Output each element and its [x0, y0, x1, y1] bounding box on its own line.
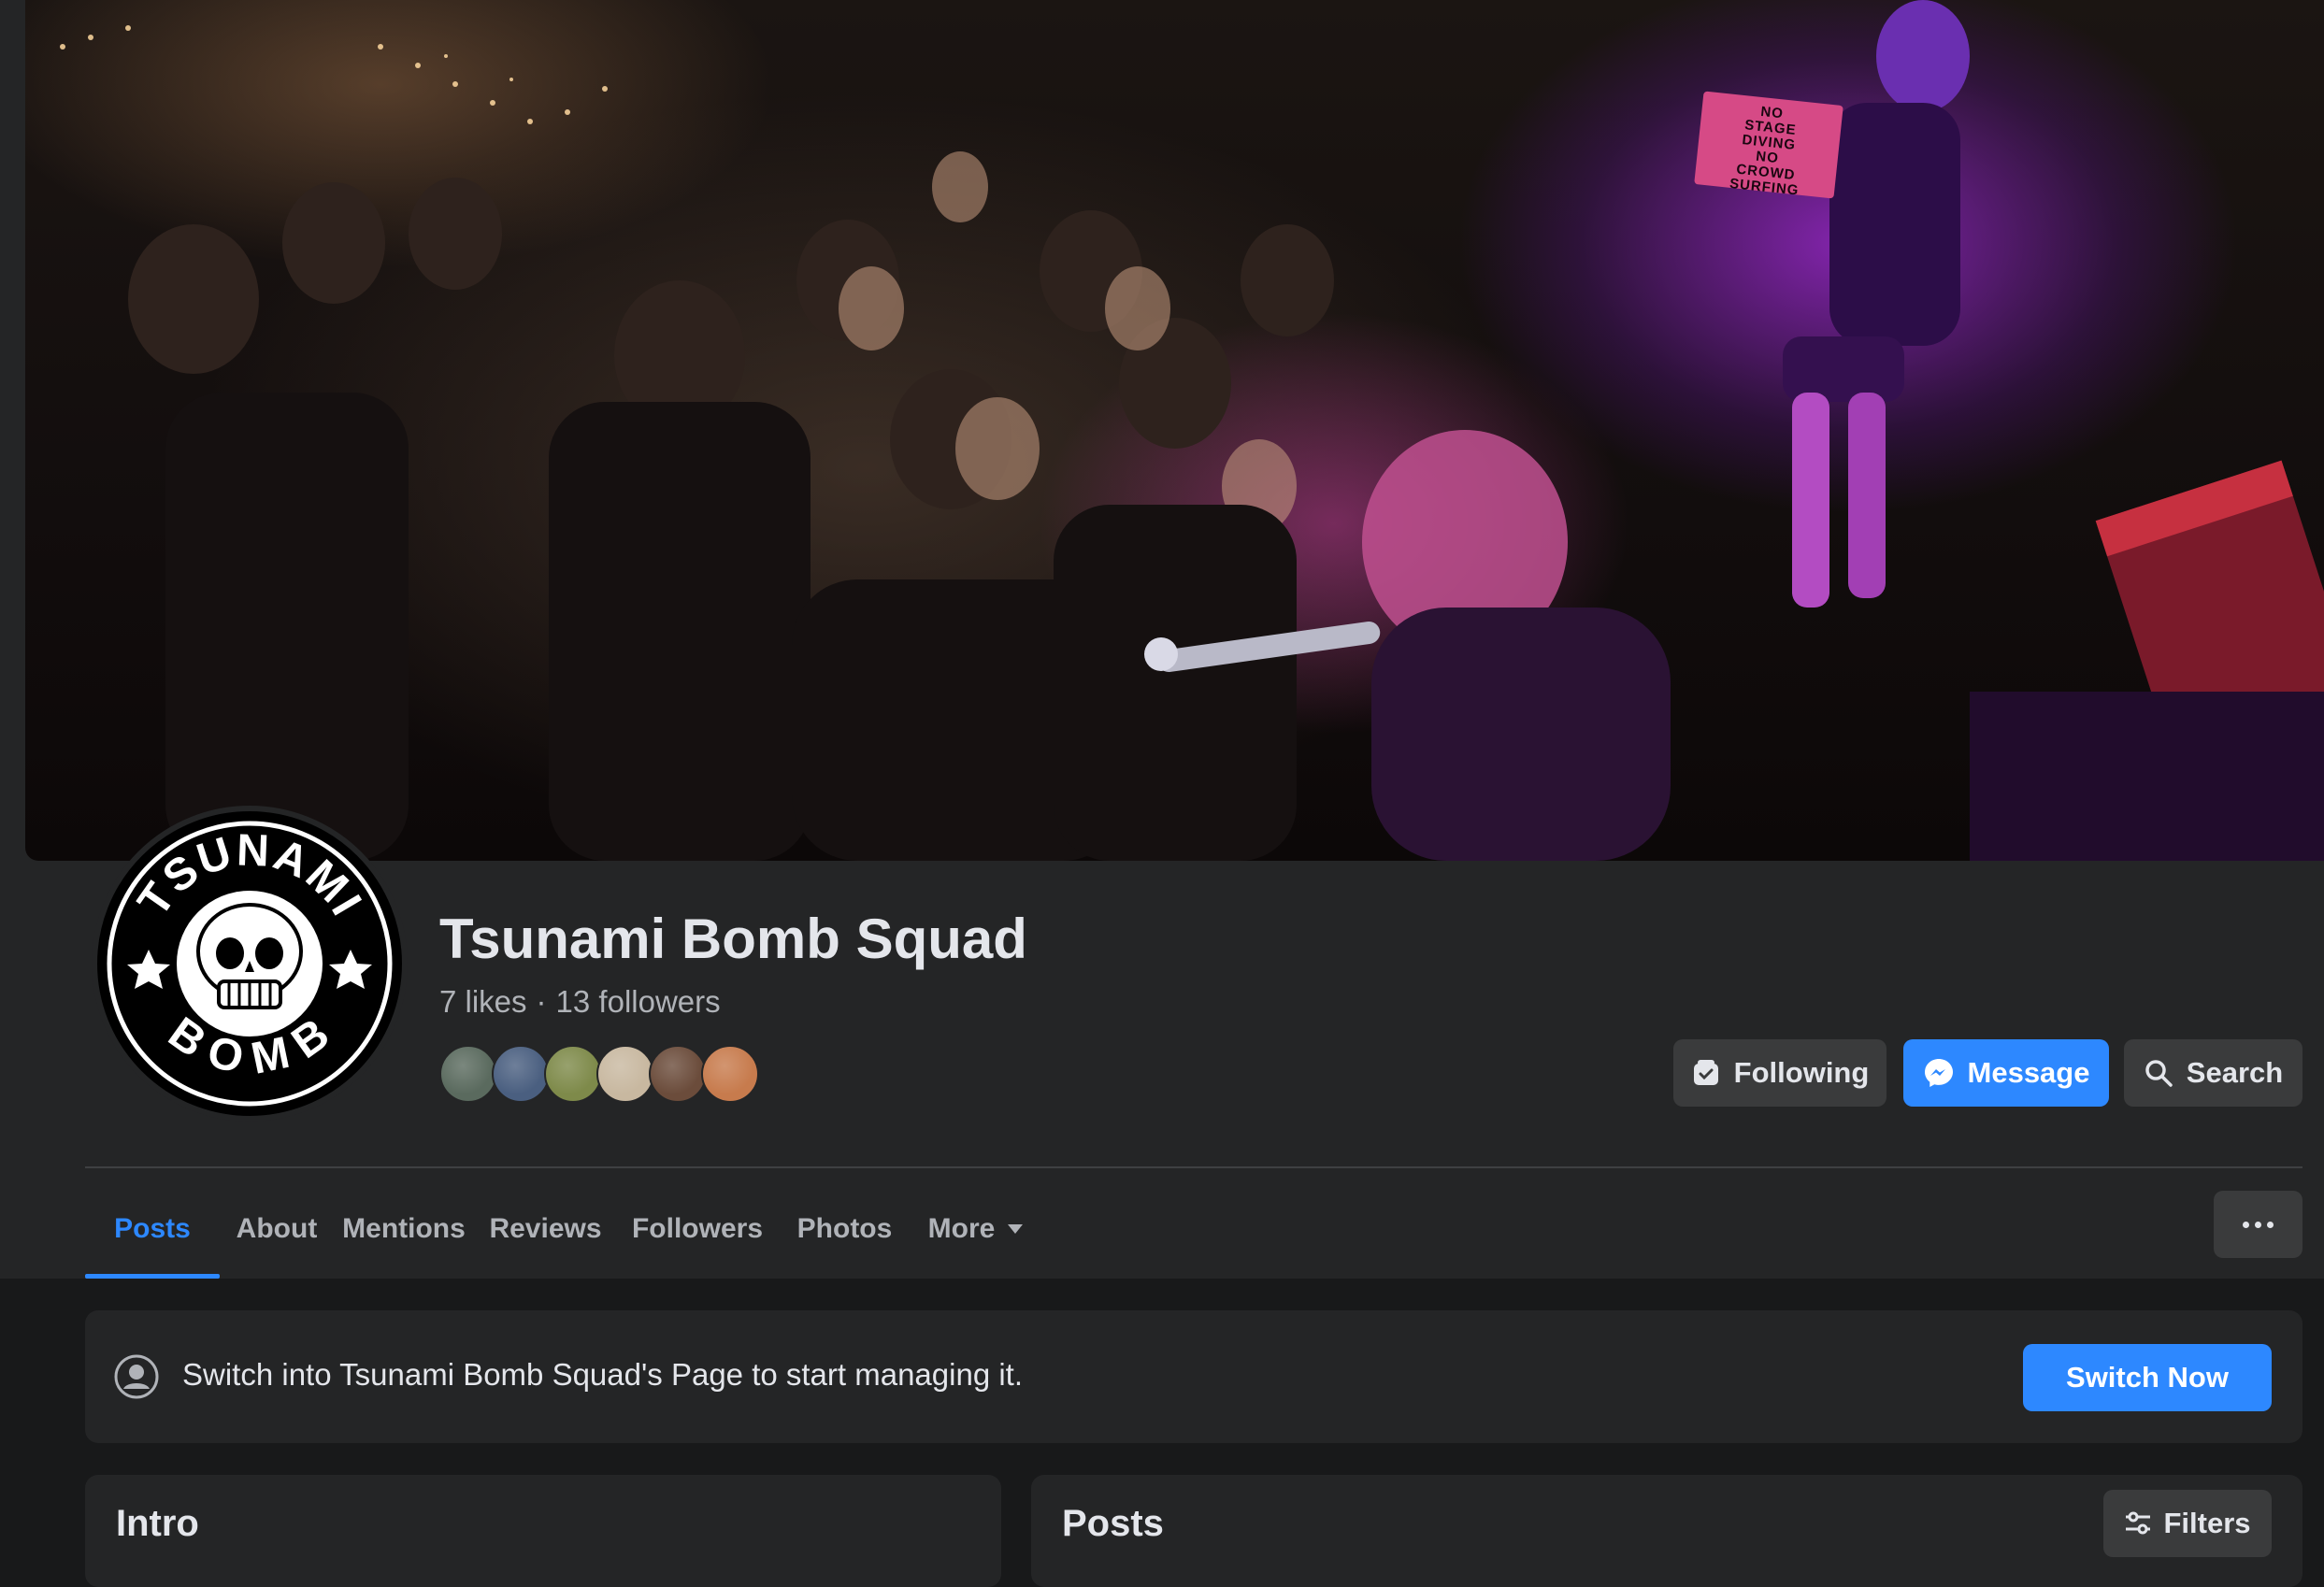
- dot-icon: [2267, 1221, 2274, 1228]
- posts-card: Posts Filters: [1031, 1475, 2302, 1587]
- search-label: Search: [2186, 1056, 2284, 1089]
- no-stage-diving-sign: NO STAGE DIVING NO CROWD SURFING: [1694, 91, 1843, 199]
- caret-down-icon: [1008, 1224, 1024, 1234]
- message-label: Message: [1967, 1056, 2090, 1089]
- following-label: Following: [1733, 1056, 1870, 1089]
- search-button[interactable]: Search: [2124, 1039, 2302, 1107]
- tab-posts[interactable]: Posts: [85, 1180, 220, 1279]
- cover-photo-scene: [60, 0, 2324, 861]
- separator-dot: ·: [536, 984, 547, 1019]
- follower-avatar[interactable]: [596, 1045, 654, 1103]
- search-icon: [2145, 1060, 2173, 1087]
- filters-button[interactable]: Filters: [2103, 1490, 2272, 1557]
- switch-profile-banner: Switch into Tsunami Bomb Squad's Page to…: [85, 1310, 2302, 1443]
- header-divider: [85, 1166, 2302, 1168]
- messenger-icon: [1924, 1059, 1953, 1087]
- tab-about[interactable]: About: [225, 1180, 328, 1279]
- follower-avatar[interactable]: [701, 1045, 759, 1103]
- intro-title: Intro: [116, 1503, 199, 1544]
- profile-switch-icon: [114, 1354, 159, 1399]
- follower-avatar[interactable]: [544, 1045, 602, 1103]
- dot-icon: [2243, 1221, 2249, 1228]
- profile-picture[interactable]: TSUNAMI BOMB: [92, 806, 408, 1122]
- page-title: Tsunami Bomb Squad: [439, 908, 1027, 970]
- tab-followers[interactable]: Followers: [618, 1180, 777, 1279]
- likes-count[interactable]: 7 likes: [439, 984, 527, 1019]
- posts-title: Posts: [1062, 1503, 1164, 1544]
- follower-avatar[interactable]: [492, 1045, 550, 1103]
- intro-card: Intro: [85, 1475, 1001, 1587]
- switch-now-button[interactable]: Switch Now: [2023, 1344, 2272, 1411]
- switch-banner-text: Switch into Tsunami Bomb Squad's Page to…: [182, 1357, 1024, 1392]
- follower-avatar[interactable]: [439, 1045, 497, 1103]
- more-options-button[interactable]: [2214, 1191, 2302, 1258]
- tab-more[interactable]: More: [912, 1180, 1039, 1279]
- tab-photos[interactable]: Photos: [782, 1180, 908, 1279]
- follower-avatar[interactable]: [649, 1045, 707, 1103]
- following-button[interactable]: Following: [1673, 1039, 1886, 1107]
- followers-count[interactable]: 13 followers: [556, 984, 721, 1019]
- cover-photo[interactable]: NO STAGE DIVING NO CROWD SURFING: [25, 0, 2324, 861]
- filters-icon: [2126, 1511, 2151, 1535]
- page-stats: 7 likes · 13 followers: [439, 984, 721, 1020]
- dot-icon: [2255, 1221, 2261, 1228]
- tab-mentions[interactable]: Mentions: [334, 1180, 474, 1279]
- following-check-icon: [1693, 1060, 1718, 1085]
- tsunami-bomb-logo: TSUNAMI BOMB: [100, 814, 399, 1113]
- tab-reviews[interactable]: Reviews: [478, 1180, 613, 1279]
- message-button[interactable]: Message: [1903, 1039, 2109, 1107]
